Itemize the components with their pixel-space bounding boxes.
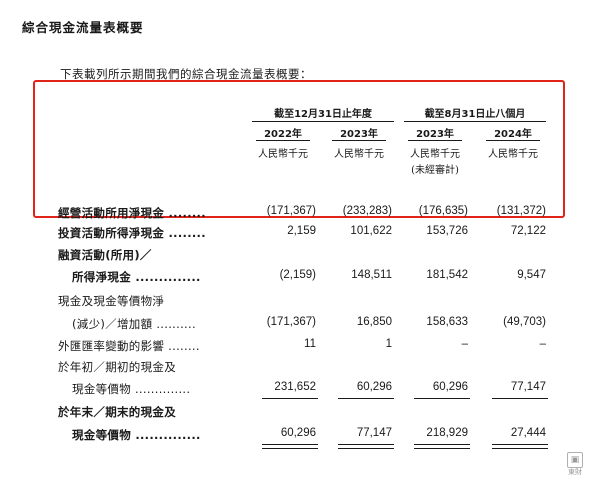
- cell-value: 181,542: [426, 269, 468, 281]
- row-label: (減少)／增加額 ..........: [72, 317, 196, 331]
- unit-label: 人民幣千元: [488, 149, 538, 160]
- row-label: 現金及現金等價物淨: [58, 294, 165, 308]
- year-rule: [486, 140, 540, 141]
- cell-value: (171,367): [266, 316, 316, 328]
- cell-value: (49,703): [503, 316, 546, 328]
- row-label: 現金等價物 ..............: [72, 428, 201, 442]
- group-header-interim: 截至8月31日止八個月: [424, 109, 526, 120]
- total-double-rule: [414, 444, 470, 449]
- year-header: 2023年: [340, 129, 378, 140]
- row-label: 融資活動(所用)／: [58, 248, 152, 262]
- cell-value: 11: [304, 338, 316, 350]
- row-label: 現金等價物 ..............: [72, 382, 191, 396]
- subtotal-rule: [414, 398, 470, 399]
- cell-value: 2,159: [287, 225, 316, 237]
- watermark: ▣ 東財: [558, 452, 592, 480]
- cell-value: –: [539, 338, 546, 350]
- cell-value: 77,147: [356, 427, 392, 439]
- row-label: 所得淨現金 ..............: [72, 270, 201, 284]
- row-label: 投資活動所得淨現金 ........: [58, 226, 206, 240]
- section-heading: 綜合現金流量表概要: [22, 20, 144, 35]
- cell-value: –: [461, 338, 468, 350]
- year-header: 2023年: [416, 129, 454, 140]
- cell-value: 153,726: [426, 225, 468, 237]
- watermark-text: 東財: [568, 468, 582, 476]
- unit-label: 人民幣千元: [334, 149, 384, 160]
- cell-value: 72,122: [510, 225, 546, 237]
- cell-value: 218,929: [426, 427, 468, 439]
- cell-value: 16,850: [356, 316, 392, 328]
- cell-value: 9,547: [517, 269, 546, 281]
- year-header: 2024年: [494, 129, 532, 140]
- unit-label: 人民幣千元: [258, 149, 308, 160]
- year-rule: [332, 140, 386, 141]
- cell-value: (171,367): [266, 205, 316, 217]
- cell-value: 231,652: [274, 381, 316, 393]
- cell-value: 27,444: [510, 427, 546, 439]
- group-header-rule: [404, 121, 546, 122]
- cell-value: (176,635): [418, 205, 468, 217]
- group-header-rule: [252, 121, 394, 122]
- cell-value: (131,372): [496, 205, 546, 217]
- logo-square-icon: ▣: [567, 452, 583, 468]
- row-label: 於年初／期初的現金及: [58, 360, 176, 374]
- total-double-rule: [492, 444, 548, 449]
- cell-value: 158,633: [426, 316, 468, 328]
- subtotal-rule: [262, 398, 318, 399]
- cell-value: 148,511: [351, 269, 392, 281]
- cell-value: 60,296: [432, 381, 468, 393]
- cell-value: 77,147: [510, 381, 546, 393]
- row-label: 於年末／期末的現金及: [58, 405, 176, 419]
- cell-value: (2,159): [279, 269, 316, 281]
- row-label: 外匯匯率變動的影響 ........: [58, 339, 200, 353]
- cell-value: 60,296: [280, 427, 316, 439]
- total-double-rule: [338, 444, 394, 449]
- row-label: 經營活動所用淨現金 ........: [58, 206, 206, 220]
- group-header-annual: 截至12月31日止年度: [274, 109, 372, 120]
- cell-value: 101,622: [350, 225, 392, 237]
- year-rule: [256, 140, 310, 141]
- year-rule: [408, 140, 462, 141]
- cell-value: (233,283): [342, 205, 392, 217]
- cell-value: 1: [385, 338, 392, 350]
- subtotal-rule: [492, 398, 548, 399]
- year-header: 2022年: [264, 129, 302, 140]
- unaudited-note: (未經審計): [411, 165, 459, 176]
- cell-value: 60,296: [356, 381, 392, 393]
- subtotal-rule: [338, 398, 394, 399]
- unit-label: 人民幣千元: [410, 149, 460, 160]
- total-double-rule: [262, 444, 318, 449]
